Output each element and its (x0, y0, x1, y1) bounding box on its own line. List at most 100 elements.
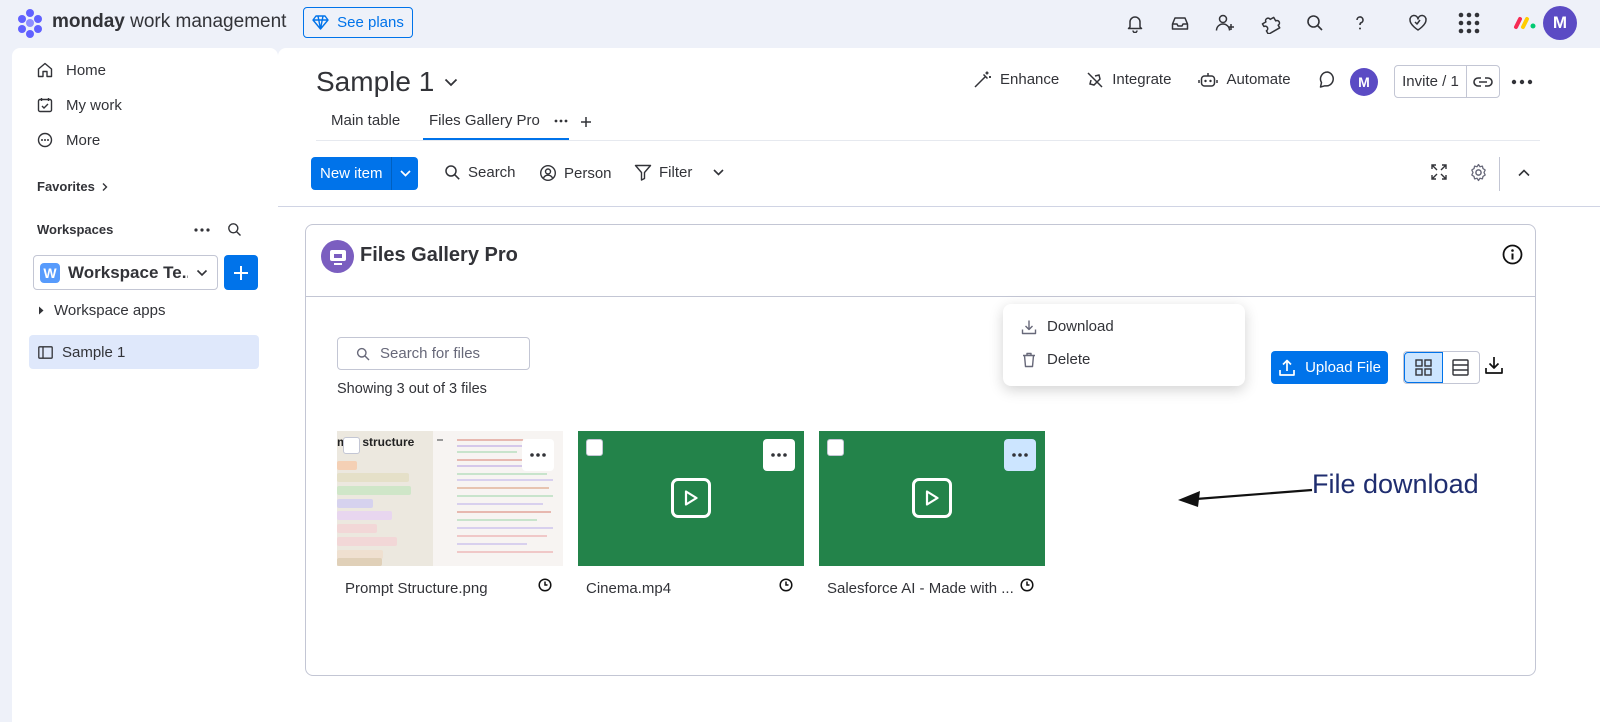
inbox-icon[interactable] (1165, 8, 1195, 38)
heart-icon[interactable] (1403, 8, 1433, 38)
annotation-label: File download (1312, 469, 1479, 499)
version-history-icon[interactable] (779, 578, 793, 592)
play-icon[interactable] (912, 478, 952, 518)
file-tile-salesforce-ai[interactable] (819, 431, 1045, 566)
copy-link-button[interactable] (1467, 76, 1499, 88)
grid-menu-icon[interactable] (1454, 8, 1484, 38)
tab-main-table[interactable]: Main table (331, 112, 400, 129)
monday-logo[interactable]: monday work management (16, 8, 286, 38)
diamond-icon (312, 15, 329, 30)
version-history-icon[interactable] (538, 578, 552, 592)
info-icon[interactable] (1502, 244, 1523, 265)
fullscreen-icon[interactable] (1430, 163, 1448, 181)
add-workspace-button[interactable] (224, 255, 258, 290)
version-history-icon[interactable] (1020, 578, 1034, 592)
invite-label: Invite / 1 (1395, 66, 1467, 97)
integrate-icon (1087, 71, 1103, 88)
automate-button[interactable]: Automate (1198, 71, 1291, 89)
sidebar-item-sample-1[interactable]: Sample 1 (29, 335, 259, 369)
updates-button[interactable] (1318, 70, 1337, 89)
upload-file-label: Upload File (1305, 359, 1381, 376)
enhance-button[interactable]: Enhance (973, 70, 1059, 89)
person-icon (539, 164, 557, 182)
new-item-dropdown[interactable] (391, 157, 418, 190)
sidebar-item-home[interactable]: Home (36, 61, 106, 79)
file-search-input[interactable]: Search for files (337, 337, 530, 370)
search-icon (445, 165, 460, 180)
add-view-icon[interactable] (580, 116, 592, 128)
filter-icon (634, 164, 652, 181)
grid-view-button[interactable] (1404, 352, 1443, 383)
favorites-section[interactable]: Favorites (37, 179, 109, 194)
workspace-apps-label: Workspace apps (54, 302, 166, 319)
list-view-button[interactable] (1443, 352, 1480, 383)
search-icon[interactable] (1300, 8, 1330, 38)
more-options-icon (1012, 453, 1028, 457)
invite-user-icon[interactable] (1210, 8, 1240, 38)
play-icon[interactable] (671, 478, 711, 518)
invite-button[interactable]: Invite / 1 (1394, 65, 1500, 98)
sidebar-item-more[interactable]: More (36, 131, 100, 149)
trash-icon (1023, 352, 1035, 367)
workspace-apps-item[interactable]: Workspace apps (38, 302, 165, 319)
tab-files-gallery-pro[interactable]: Files Gallery Pro (423, 112, 569, 140)
tab-label: Files Gallery Pro (429, 112, 540, 129)
file-select-checkbox[interactable] (827, 439, 844, 456)
file-count-text: Showing 3 out of 3 files (337, 381, 487, 397)
filter-button[interactable]: Filter (634, 164, 724, 181)
download-all-icon[interactable] (1484, 355, 1504, 375)
board-item-label: Sample 1 (62, 343, 126, 361)
sidebar-item-label: Home (66, 61, 107, 79)
file-tile-cinema[interactable] (578, 431, 804, 566)
board-owner-avatar[interactable]: M (1350, 68, 1378, 96)
toolbar-divider (1499, 157, 1500, 191)
new-item-button[interactable]: New item (311, 157, 418, 190)
workspace-search-icon[interactable] (227, 222, 242, 237)
chevron-down-icon (445, 78, 458, 86)
plus-icon (234, 265, 248, 280)
delete-menu-item[interactable]: Delete (1021, 351, 1090, 368)
file-options-button[interactable] (763, 439, 795, 471)
top-bar: monday work management See plans M (0, 0, 1600, 46)
new-item-label: New item (320, 165, 383, 182)
file-name: Salesforce AI - Made with ... (827, 580, 1014, 597)
caret-right-icon (39, 306, 44, 315)
settings-gear-icon[interactable] (1469, 163, 1488, 182)
file-options-button[interactable] (522, 439, 554, 471)
collapse-header-icon[interactable] (1518, 169, 1530, 177)
annotation-arrow-icon (1178, 488, 1313, 507)
toolbar-separator (278, 206, 1600, 207)
sidebar-item-my-work[interactable]: My work (36, 96, 122, 114)
file-name: Cinema.mp4 (586, 580, 672, 597)
link-icon (1473, 76, 1493, 87)
file-select-checkbox[interactable] (343, 437, 360, 454)
bell-icon[interactable] (1120, 8, 1150, 38)
file-select-checkbox[interactable] (586, 439, 603, 456)
see-plans-button[interactable]: See plans (303, 7, 413, 38)
help-icon[interactable] (1345, 8, 1375, 38)
file-options-button[interactable] (1004, 439, 1036, 471)
app-header: Files Gallery Pro (306, 225, 1535, 297)
person-filter-button[interactable]: Person (539, 164, 612, 182)
download-menu-item[interactable]: Download (1021, 318, 1114, 335)
board-icon (38, 345, 53, 359)
tab-options-icon[interactable] (554, 119, 568, 123)
comment-icon (1319, 71, 1334, 88)
apps-icon[interactable] (1255, 8, 1285, 38)
file-tile-prompt-structure[interactable]: mpt structure (337, 431, 563, 566)
board-more-options-icon[interactable] (1511, 70, 1533, 94)
search-button[interactable]: Search (444, 164, 516, 181)
workspace-selector[interactable]: W Workspace Te... (33, 255, 218, 290)
workspace-options-icon[interactable] (194, 228, 210, 232)
chevron-down-icon[interactable] (713, 169, 724, 176)
main-panel: Sample 1 Enhance Integrate Automate M In… (278, 48, 1600, 722)
chevron-down-icon (399, 170, 411, 177)
board-title[interactable]: Sample 1 (316, 66, 458, 98)
see-plans-label: See plans (337, 14, 404, 31)
upload-file-button[interactable]: Upload File (1271, 351, 1388, 384)
home-icon (37, 62, 53, 78)
automate-label: Automate (1226, 71, 1291, 88)
integrate-button[interactable]: Integrate (1086, 71, 1171, 89)
user-avatar[interactable]: M (1543, 6, 1577, 40)
board-tabs: Main table Files Gallery Pro (316, 106, 1540, 141)
